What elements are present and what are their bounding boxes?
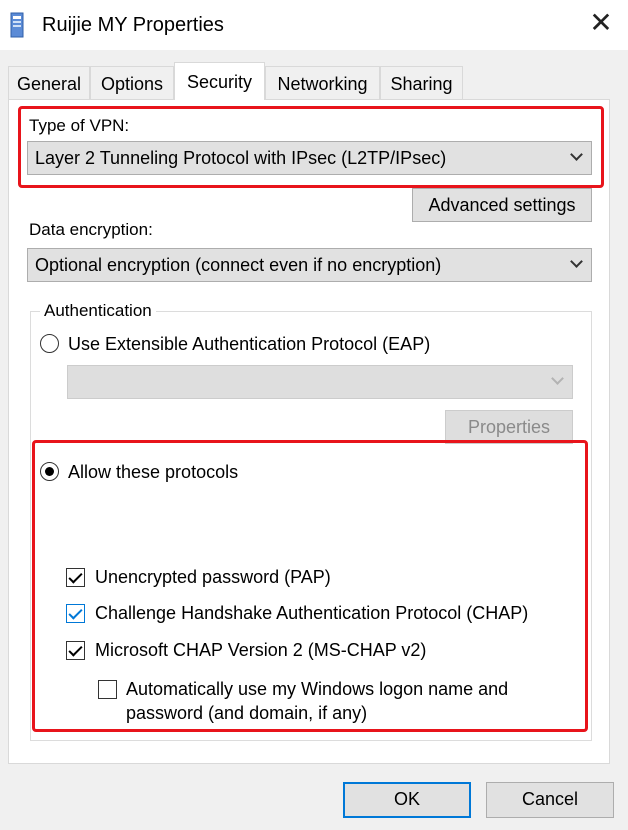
protocols-highlight <box>32 440 588 732</box>
eap-method-dropdown <box>67 365 573 399</box>
properties-button: Properties <box>445 410 573 444</box>
chevron-down-icon <box>570 255 583 268</box>
eap-radio[interactable] <box>40 334 59 353</box>
tab-sharing[interactable]: Sharing <box>380 66 463 100</box>
tab-general[interactable]: General <box>8 66 90 100</box>
advanced-settings-button[interactable]: Advanced settings <box>412 188 592 222</box>
data-encryption-dropdown[interactable]: Optional encryption (connect even if no … <box>27 248 592 282</box>
cancel-button[interactable]: Cancel <box>486 782 614 818</box>
vpn-type-highlight <box>18 106 604 188</box>
close-icon[interactable]: ✕ <box>586 8 616 38</box>
eap-radio-label[interactable]: Use Extensible Authentication Protocol (… <box>68 333 430 355</box>
tab-security[interactable]: Security <box>174 62 265 100</box>
data-encryption-label: Data encryption: <box>29 220 153 239</box>
data-encryption-value: Optional encryption (connect even if no … <box>35 255 442 275</box>
title-bar: Ruijie MY Properties ✕ <box>0 0 628 50</box>
window-title: Ruijie MY Properties <box>42 14 224 36</box>
ok-button[interactable]: OK <box>343 782 471 818</box>
chevron-down-icon <box>551 372 564 385</box>
tab-options[interactable]: Options <box>90 66 174 100</box>
authentication-group-title: Authentication <box>40 300 156 322</box>
network-connection-icon <box>10 12 24 38</box>
tab-networking[interactable]: Networking <box>265 66 380 100</box>
